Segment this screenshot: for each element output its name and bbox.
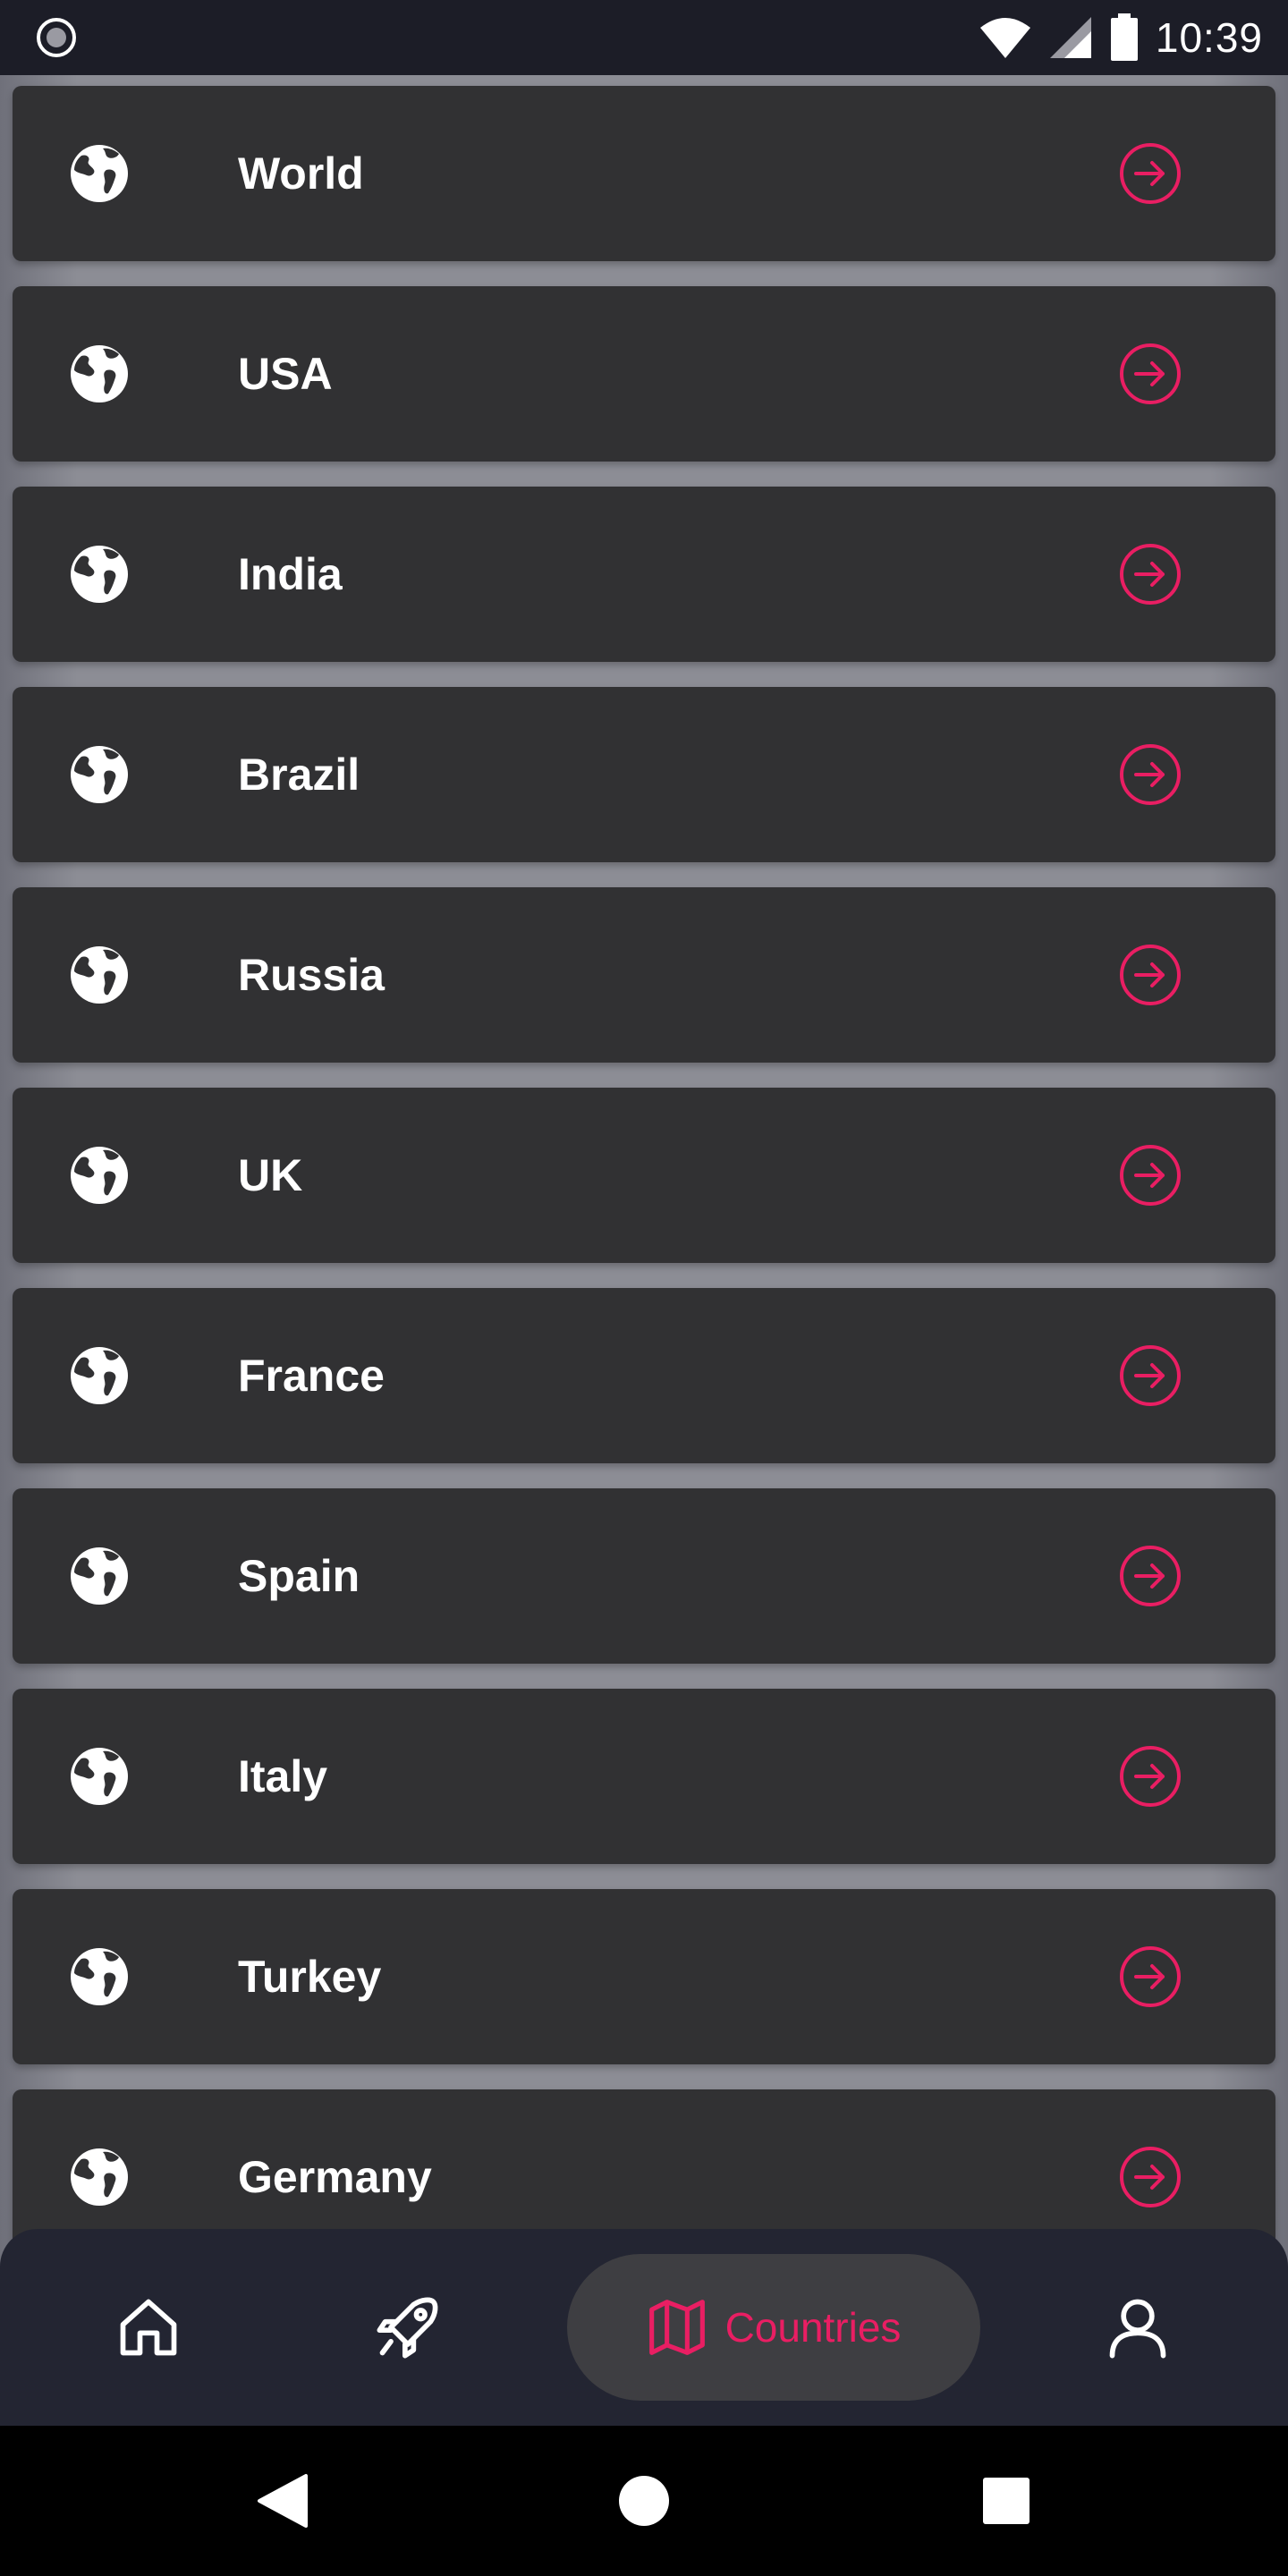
- country-label: Russia: [238, 950, 385, 1000]
- country-list: World USA India Brazil Russia UK France Spain It…: [13, 86, 1275, 2290]
- country-list-item[interactable]: Turkey: [13, 1889, 1275, 2064]
- country-list-item[interactable]: World: [13, 86, 1275, 261]
- nav-profile-button[interactable]: [1102, 2292, 1174, 2363]
- country-list-item[interactable]: Russia: [13, 887, 1275, 1063]
- arrow-right-circle-icon[interactable]: [1118, 742, 1182, 807]
- arrow-right-circle-icon[interactable]: [1118, 1744, 1182, 1809]
- country-label: UK: [238, 1150, 303, 1200]
- arrow-right-circle-icon[interactable]: [1118, 542, 1182, 606]
- country-label: USA: [238, 349, 333, 399]
- record-circle-icon: [37, 18, 76, 57]
- home-icon: [120, 2299, 177, 2356]
- country-label: Germany: [238, 2152, 432, 2202]
- arrow-right-circle-icon[interactable]: [1118, 342, 1182, 406]
- home-circle-icon[interactable]: [617, 2474, 671, 2528]
- globe-icon: [71, 145, 128, 202]
- country-list-item[interactable]: Brazil: [13, 687, 1275, 862]
- country-label: India: [238, 549, 343, 599]
- country-label: Turkey: [238, 1952, 382, 2002]
- country-list-item[interactable]: USA: [13, 286, 1275, 462]
- globe-icon: [71, 1147, 128, 1204]
- country-list-item[interactable]: UK: [13, 1088, 1275, 1263]
- arrow-right-circle-icon[interactable]: [1118, 1945, 1182, 2009]
- country-list-item[interactable]: India: [13, 487, 1275, 662]
- globe-icon: [71, 2148, 128, 2206]
- arrow-right-circle-icon[interactable]: [1118, 141, 1182, 206]
- nav-countries-label: Countries: [724, 2304, 902, 2351]
- app-screen: 10:39 World USA India Brazil Russia UK France S…: [0, 0, 1288, 2576]
- wifi-icon: [979, 18, 1030, 58]
- globe-icon: [71, 546, 128, 603]
- bottom-navigation: Countries: [0, 2229, 1288, 2426]
- nav-countries-button[interactable]: Countries: [567, 2254, 980, 2401]
- cellular-signal-icon: [1049, 17, 1091, 58]
- battery-icon: [1110, 13, 1138, 61]
- status-icons: 10:39: [979, 0, 1263, 75]
- country-list-item[interactable]: France: [13, 1288, 1275, 1463]
- globe-icon: [71, 345, 128, 402]
- country-label: France: [238, 1351, 385, 1401]
- arrow-right-circle-icon[interactable]: [1118, 1544, 1182, 1608]
- back-triangle-icon[interactable]: [256, 2472, 309, 2529]
- recents-square-icon[interactable]: [981, 2476, 1031, 2526]
- globe-icon: [71, 1948, 128, 2005]
- country-list-item[interactable]: Italy: [13, 1689, 1275, 1864]
- status-time: 10:39: [1155, 14, 1263, 61]
- country-label: Spain: [238, 1551, 360, 1601]
- globe-icon: [71, 1347, 128, 1404]
- system-navigation-bar: [0, 2426, 1288, 2576]
- nav-home-button[interactable]: [113, 2292, 184, 2363]
- arrow-right-circle-icon[interactable]: [1118, 1143, 1182, 1208]
- nav-rocket-button[interactable]: [372, 2292, 444, 2363]
- country-label: Brazil: [238, 750, 360, 800]
- arrow-right-circle-icon[interactable]: [1118, 943, 1182, 1007]
- globe-icon: [71, 1547, 128, 1605]
- arrow-right-circle-icon[interactable]: [1118, 1343, 1182, 1408]
- user-icon: [1109, 2299, 1166, 2359]
- status-bar: 10:39: [0, 0, 1288, 75]
- globe-icon: [71, 946, 128, 1004]
- rocket-icon: [377, 2297, 438, 2359]
- globe-icon: [71, 1748, 128, 1805]
- country-label: Italy: [238, 1751, 328, 1801]
- country-list-item[interactable]: Spain: [13, 1488, 1275, 1664]
- map-icon: [648, 2300, 705, 2355]
- country-label: World: [238, 148, 364, 199]
- arrow-right-circle-icon[interactable]: [1118, 2145, 1182, 2209]
- globe-icon: [71, 746, 128, 803]
